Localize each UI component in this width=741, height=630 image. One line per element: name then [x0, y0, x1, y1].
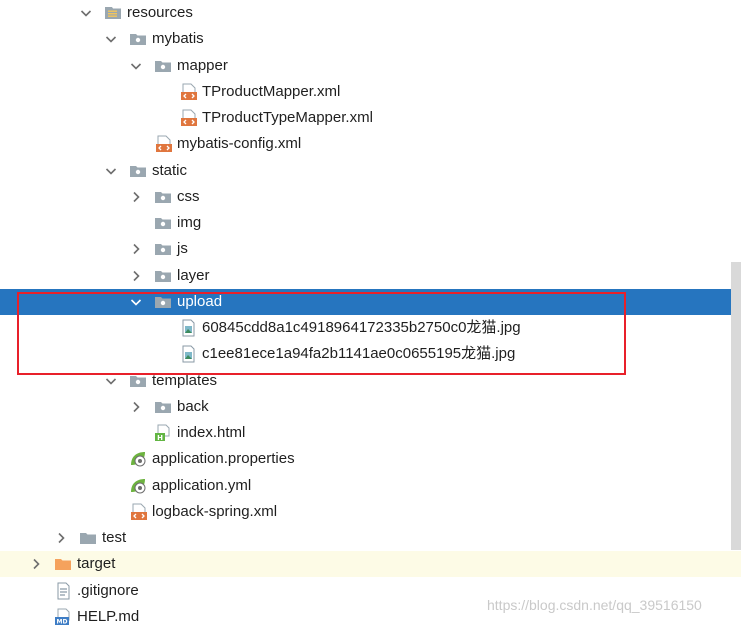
tree-row-index-html[interactable]: index.html [0, 420, 741, 446]
tree-row-upload-file-2[interactable]: c1ee81ece1a94fa2b1141ae0c0655195龙猫.jpg [0, 341, 741, 367]
tree-label: c1ee81ece1a94fa2b1141ae0c0655195龙猫.jpg [202, 345, 516, 362]
tree-label: HELP.md [77, 608, 140, 625]
text-file-icon [54, 582, 72, 600]
tree-label: static [152, 162, 188, 179]
chevron-right-icon[interactable] [128, 189, 144, 205]
tree-row-upload[interactable]: upload [0, 289, 741, 315]
folder-icon [154, 188, 172, 206]
folder-icon [154, 57, 172, 75]
folder-icon [129, 162, 147, 180]
tree-label: test [102, 529, 127, 546]
image-file-icon [179, 345, 197, 363]
tree-label: application.yml [152, 477, 252, 494]
tree-row-target[interactable]: target [0, 551, 741, 577]
tree-row-tproduct-mapper[interactable]: TProductMapper.xml [0, 79, 741, 105]
folder-icon [154, 398, 172, 416]
html-file-icon [154, 424, 172, 442]
folder-icon [154, 240, 172, 258]
xml-file-icon [155, 135, 173, 153]
tree-label: index.html [177, 424, 246, 441]
spring-config-icon [129, 450, 147, 468]
tree-row-mapper[interactable]: mapper [0, 53, 741, 79]
xml-file-icon [180, 109, 198, 127]
tree-row-img[interactable]: img [0, 210, 741, 236]
project-tree: resources mybatis mapper TProductMapper.… [0, 0, 741, 624]
watermark: https://blog.csdn.net/qq_39516150 [487, 597, 702, 613]
chevron-right-icon[interactable] [128, 268, 144, 284]
tree-row-application-properties[interactable]: application.properties [0, 446, 741, 472]
tree-label: 60845cdd8a1c4918964172335b2750c0龙猫.jpg [202, 319, 521, 336]
tree-label: application.properties [152, 450, 295, 467]
spring-config-icon [129, 477, 147, 495]
tree-label: logback-spring.xml [152, 503, 278, 520]
excluded-folder-icon [54, 555, 72, 573]
xml-file-icon [180, 83, 198, 101]
tree-label: .gitignore [77, 582, 139, 599]
tree-label: mybatis [152, 30, 204, 47]
tree-label: target [77, 555, 116, 572]
folder-icon [129, 30, 147, 48]
tree-label: upload [177, 293, 223, 310]
folder-icon [154, 214, 172, 232]
tree-row-mybatis[interactable]: mybatis [0, 26, 741, 52]
folder-icon [154, 267, 172, 285]
xml-file-icon [130, 503, 148, 521]
folder-icon [129, 372, 147, 390]
folder-icon [154, 293, 172, 311]
tree-row-static[interactable]: static [0, 158, 741, 184]
folder-icon [79, 529, 97, 547]
tree-row-templates[interactable]: templates [0, 368, 741, 394]
tree-row-js[interactable]: js [0, 236, 741, 262]
tree-row-application-yml[interactable]: application.yml [0, 473, 741, 499]
tree-label: css [177, 188, 200, 205]
markdown-file-icon [54, 608, 72, 626]
tree-row-back[interactable]: back [0, 394, 741, 420]
chevron-down-icon[interactable] [103, 163, 119, 179]
image-file-icon [179, 319, 197, 337]
chevron-down-icon[interactable] [128, 294, 144, 310]
chevron-down-icon[interactable] [128, 58, 144, 74]
tree-row-tproducttype-mapper[interactable]: TProductTypeMapper.xml [0, 105, 741, 131]
tree-row-layer[interactable]: layer [0, 263, 741, 289]
tree-row-mybatis-config[interactable]: mybatis-config.xml [0, 131, 741, 157]
chevron-down-icon[interactable] [103, 373, 119, 389]
tree-label: js [177, 240, 188, 257]
chevron-down-icon[interactable] [103, 31, 119, 47]
tree-label: img [177, 214, 202, 231]
tree-label: resources [127, 4, 193, 21]
tree-label: templates [152, 372, 218, 389]
chevron-right-icon[interactable] [128, 241, 144, 257]
chevron-right-icon[interactable] [28, 556, 44, 572]
tree-label: TProductTypeMapper.xml [202, 109, 373, 126]
tree-label: back [177, 398, 209, 415]
tree-row-resources[interactable]: resources [0, 0, 741, 26]
tree-label: mybatis-config.xml [177, 135, 302, 152]
vertical-scrollbar[interactable] [731, 262, 741, 550]
tree-label: TProductMapper.xml [202, 83, 341, 100]
tree-row-test[interactable]: test [0, 525, 741, 551]
chevron-right-icon[interactable] [53, 530, 69, 546]
tree-label: layer [177, 267, 210, 284]
chevron-down-icon[interactable] [78, 5, 94, 21]
tree-label: mapper [177, 57, 228, 74]
resources-folder-icon [104, 4, 122, 22]
tree-row-css[interactable]: css [0, 184, 741, 210]
tree-row-logback[interactable]: logback-spring.xml [0, 499, 741, 525]
tree-row-upload-file-1[interactable]: 60845cdd8a1c4918964172335b2750c0龙猫.jpg [0, 315, 741, 341]
chevron-right-icon[interactable] [128, 399, 144, 415]
